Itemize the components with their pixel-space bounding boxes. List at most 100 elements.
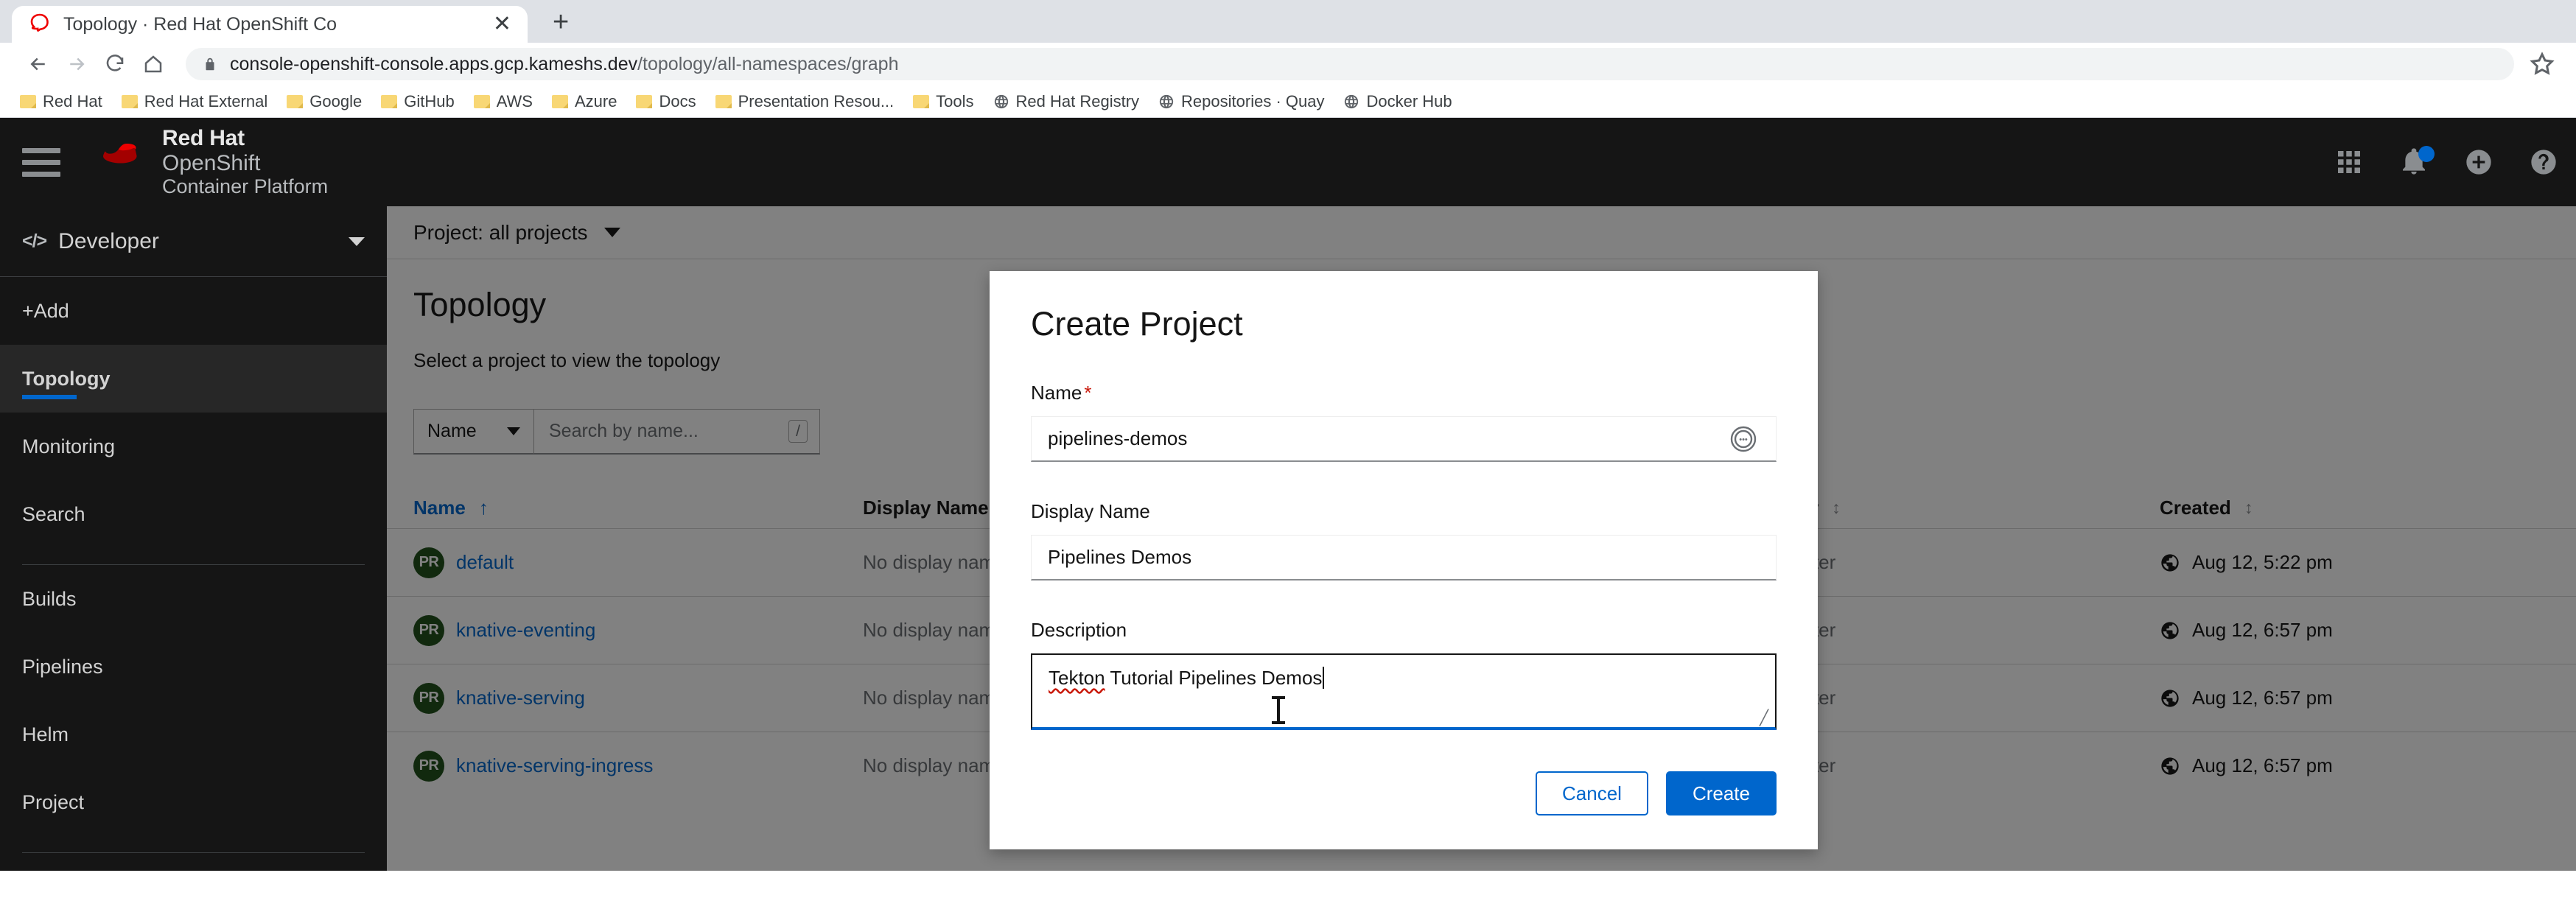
- bookmark-label: Red Hat External: [144, 91, 268, 111]
- svg-text:•••: •••: [1739, 435, 1748, 444]
- create-button[interactable]: Create: [1665, 771, 1777, 815]
- bookmark-label: AWS: [496, 91, 533, 111]
- perspective-switcher[interactable]: </> Developer: [0, 206, 387, 277]
- bookmark-item[interactable]: Red Hat External: [112, 92, 278, 111]
- text-caret: [1323, 667, 1325, 689]
- bookmark-item[interactable]: Red Hat: [10, 92, 112, 111]
- bookmark-label: Red Hat: [43, 91, 102, 111]
- sidebar-item-search[interactable]: Search: [0, 480, 387, 548]
- folder-icon: [20, 94, 36, 108]
- folder-icon: [636, 94, 653, 108]
- plus-circle-icon[interactable]: [2464, 147, 2493, 177]
- back-icon[interactable]: [19, 45, 57, 83]
- create-project-modal: Create Project Name * pipelines-demos •••…: [990, 271, 1818, 849]
- home-icon[interactable]: [134, 45, 172, 83]
- sidebar: </> Developer +Add Topology Monitoring S…: [0, 206, 387, 871]
- browser-tab[interactable]: Topology · Red Hat OpenShift Co ✕: [12, 6, 528, 43]
- openshift-console: Red Hat OpenShift Container Platform </>…: [0, 118, 2576, 871]
- code-brackets-icon: </>: [22, 231, 47, 251]
- bookmark-item[interactable]: Tools: [903, 92, 983, 111]
- modal-title: Create Project: [1031, 305, 1243, 343]
- sidebar-item-add[interactable]: +Add: [0, 277, 387, 345]
- sidebar-item-monitoring[interactable]: Monitoring: [0, 413, 387, 480]
- sidebar-item-label: Search: [22, 502, 85, 525]
- globe-icon: [1158, 94, 1175, 110]
- description-misspelled-word: Tekton: [1049, 667, 1105, 689]
- display-name-input[interactable]: Pipelines Demos: [1031, 535, 1777, 580]
- modal-actions: Cancel Create: [1031, 771, 1777, 815]
- brand-container-platform: Container Platform: [162, 175, 329, 198]
- sidebar-item-topology[interactable]: Topology: [0, 345, 387, 413]
- new-tab-button[interactable]: +: [553, 7, 569, 38]
- bookmark-item[interactable]: Red Hat Registry: [984, 92, 1149, 111]
- sidebar-item-label: Project: [22, 790, 85, 813]
- folder-icon: [551, 94, 568, 108]
- bookmark-star-icon[interactable]: [2527, 49, 2557, 79]
- bookmark-item[interactable]: Docs: [626, 92, 705, 111]
- bookmark-label: Red Hat Registry: [1015, 91, 1140, 111]
- tab-title: Topology · Red Hat OpenShift Co: [63, 13, 337, 35]
- redhat-favicon-icon: [28, 13, 52, 36]
- bookmark-label: GitHub: [404, 91, 455, 111]
- display-name-input-value: Pipelines Demos: [1048, 546, 1192, 568]
- sidebar-item-label: Pipelines: [22, 655, 103, 678]
- autofill-badge-icon[interactable]: •••: [1727, 423, 1760, 455]
- field-name: Name * pipelines-demos •••: [1031, 382, 1777, 462]
- notification-badge: [2418, 146, 2435, 162]
- perspective-label: Developer: [58, 228, 159, 253]
- cancel-button[interactable]: Cancel: [1536, 771, 1648, 815]
- bookmark-label: Docs: [659, 91, 696, 111]
- name-label-text: Name: [1031, 382, 1082, 404]
- chevron-down-icon: [349, 236, 365, 246]
- bookmark-item[interactable]: Presentation Resou...: [706, 92, 904, 111]
- name-input[interactable]: pipelines-demos •••: [1031, 416, 1777, 462]
- browser-toolbar: console-openshift-console.apps.gcp.kames…: [0, 43, 2576, 85]
- sidebar-item-label: Helm: [22, 723, 69, 746]
- sidebar-item-label: Topology: [22, 367, 111, 390]
- sidebar-divider-bottom: [22, 852, 365, 853]
- brand-logo[interactable]: Red Hat OpenShift Container Platform: [96, 126, 328, 197]
- sidebar-item-label: +Add: [22, 299, 69, 322]
- notification-bell-icon[interactable]: [2399, 146, 2435, 177]
- sidebar-item-label: Monitoring: [22, 435, 116, 457]
- field-description: Description Tekton Tutorial Pipelines De…: [1031, 619, 1777, 730]
- bookmark-item[interactable]: AWS: [464, 92, 542, 111]
- folder-icon: [381, 94, 398, 108]
- brand-text: Red Hat OpenShift Container Platform: [162, 126, 328, 197]
- folder-icon: [473, 94, 490, 108]
- url-path: /topology/all-namespaces/graph: [637, 53, 899, 74]
- sidebar-item-builds[interactable]: Builds: [0, 565, 387, 633]
- help-circle-icon[interactable]: [2529, 147, 2558, 177]
- address-bar-url: console-openshift-console.apps.gcp.kames…: [230, 54, 899, 75]
- hamburger-menu-icon[interactable]: [22, 141, 60, 183]
- bookmark-label: Docker Hub: [1366, 91, 1452, 111]
- address-bar[interactable]: console-openshift-console.apps.gcp.kames…: [186, 48, 2514, 80]
- reload-icon[interactable]: [96, 45, 134, 83]
- apps-grid-icon[interactable]: [2334, 147, 2364, 177]
- name-input-value: pipelines-demos: [1048, 427, 1188, 449]
- close-tab-icon[interactable]: ✕: [493, 13, 511, 35]
- bookmark-item[interactable]: Google: [277, 92, 371, 111]
- bookmark-label: Repositories · Quay: [1181, 91, 1325, 111]
- name-label: Name *: [1031, 382, 1777, 404]
- resize-handle[interactable]: ╱: [1760, 711, 1771, 726]
- folder-icon: [913, 94, 930, 108]
- bookmark-item[interactable]: Azure: [542, 92, 626, 111]
- sidebar-item-helm[interactable]: Helm: [0, 701, 387, 768]
- bookmark-item[interactable]: Repositories · Quay: [1149, 92, 1334, 111]
- folder-icon: [121, 94, 138, 108]
- sidebar-item-pipelines[interactable]: Pipelines: [0, 633, 387, 701]
- lock-icon: [202, 56, 218, 72]
- globe-icon: [993, 94, 1009, 110]
- field-display-name: Display Name Pipelines Demos: [1031, 500, 1777, 580]
- bookmark-label: Google: [309, 91, 363, 111]
- bookmark-label: Presentation Resou...: [738, 91, 895, 111]
- sidebar-item-project[interactable]: Project: [0, 768, 387, 836]
- bookmark-label: Tools: [936, 91, 974, 111]
- description-text-rest: Tutorial Pipelines Demos: [1105, 667, 1323, 689]
- description-textarea[interactable]: Tekton Tutorial Pipelines Demos ╱: [1031, 653, 1777, 730]
- bookmark-item[interactable]: Docker Hub: [1334, 92, 1461, 111]
- display-name-label: Display Name: [1031, 500, 1150, 522]
- brand-openshift: OpenShift: [162, 150, 261, 175]
- bookmark-item[interactable]: GitHub: [371, 92, 463, 111]
